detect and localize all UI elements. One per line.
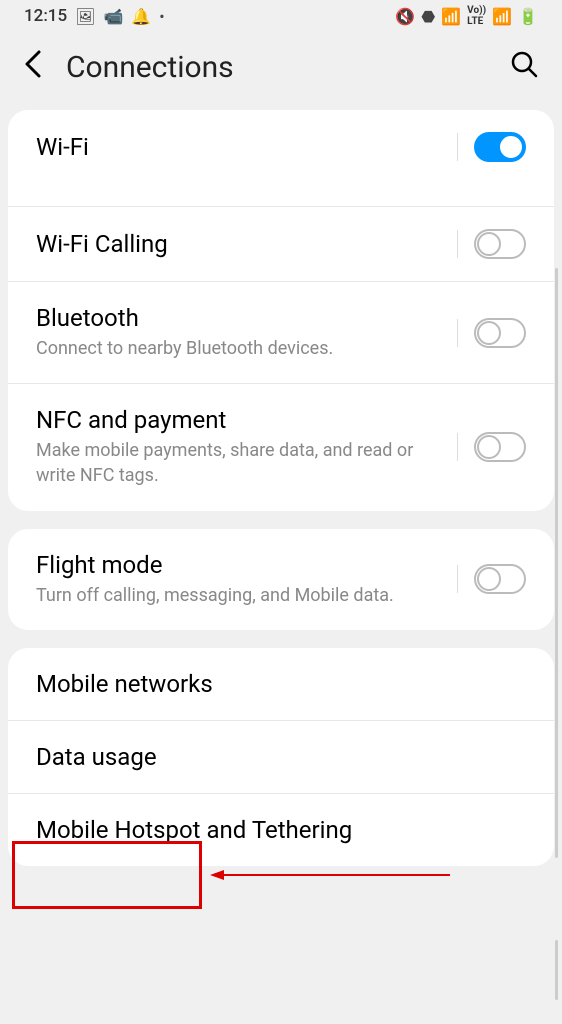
row-title: NFC and payment <box>36 406 457 434</box>
row-title: Flight mode <box>36 551 457 579</box>
row-title: Wi-Fi <box>36 133 457 161</box>
toggle-divider <box>457 433 458 461</box>
settings-card: Mobile networks Data usage Mobile Hotspo… <box>8 648 554 866</box>
toggle-divider <box>457 133 458 161</box>
row-title: Data usage <box>36 743 526 771</box>
row-wifi-calling[interactable]: Wi-Fi Calling <box>8 207 554 282</box>
toggle-divider <box>457 565 458 593</box>
row-flight-mode[interactable]: Flight mode Turn off calling, messaging,… <box>8 529 554 630</box>
lte-icon: Vo))LTE <box>467 5 486 27</box>
wifi-toggle[interactable] <box>474 132 526 162</box>
row-title: Bluetooth <box>36 304 457 332</box>
flight-mode-toggle[interactable] <box>474 564 526 594</box>
row-data-usage[interactable]: Data usage <box>8 721 554 794</box>
row-wifi[interactable]: Wi-Fi <box>8 110 554 207</box>
settings-card: Wi-Fi Wi-Fi Calling Bluetooth Connect to… <box>8 110 554 511</box>
data-saver-icon: ⬣ <box>421 7 435 26</box>
row-hotspot[interactable]: Mobile Hotspot and Tethering <box>8 794 554 866</box>
row-nfc[interactable]: NFC and payment Make mobile payments, sh… <box>8 384 554 510</box>
status-time: 12:15 <box>24 6 67 26</box>
signal-icon: 📶 <box>492 7 512 26</box>
row-subtitle: Turn off calling, messaging, and Mobile … <box>36 583 457 608</box>
alarm-icon: 🔔 <box>131 7 151 26</box>
dot-icon: • <box>159 7 164 26</box>
video-icon: 📹 <box>103 7 123 26</box>
mute-icon: 🔇 <box>395 7 415 26</box>
back-button[interactable] <box>24 48 42 86</box>
page-title: Connections <box>66 50 510 85</box>
row-mobile-networks[interactable]: Mobile networks <box>8 648 554 721</box>
battery-icon: 🔋 <box>518 7 538 26</box>
bluetooth-toggle[interactable] <box>474 318 526 348</box>
row-title: Mobile Hotspot and Tethering <box>36 816 526 844</box>
toggle-divider <box>457 230 458 258</box>
nfc-toggle[interactable] <box>474 432 526 462</box>
row-subtitle: Make mobile payments, share data, and re… <box>36 438 457 488</box>
row-title: Mobile networks <box>36 670 526 698</box>
row-title: Wi-Fi Calling <box>36 230 457 258</box>
toggle-divider <box>457 319 458 347</box>
settings-card: Flight mode Turn off calling, messaging,… <box>8 529 554 630</box>
search-button[interactable] <box>510 50 538 85</box>
row-bluetooth[interactable]: Bluetooth Connect to nearby Bluetooth de… <box>8 282 554 384</box>
status-bar: 12:15 🖼 📹 🔔 • 🔇 ⬣ 📶 Vo))LTE 📶 🔋 <box>0 0 562 32</box>
picture-icon: 🖼 <box>75 7 95 26</box>
scroll-indicator <box>555 940 558 1000</box>
scroll-indicator <box>555 268 558 858</box>
arrow-annotation <box>210 865 450 885</box>
row-subtitle: Connect to nearby Bluetooth devices. <box>36 336 457 361</box>
wifi-calling-toggle[interactable] <box>474 229 526 259</box>
header: Connections <box>0 32 562 110</box>
wifi-icon: 📶 <box>441 7 461 26</box>
